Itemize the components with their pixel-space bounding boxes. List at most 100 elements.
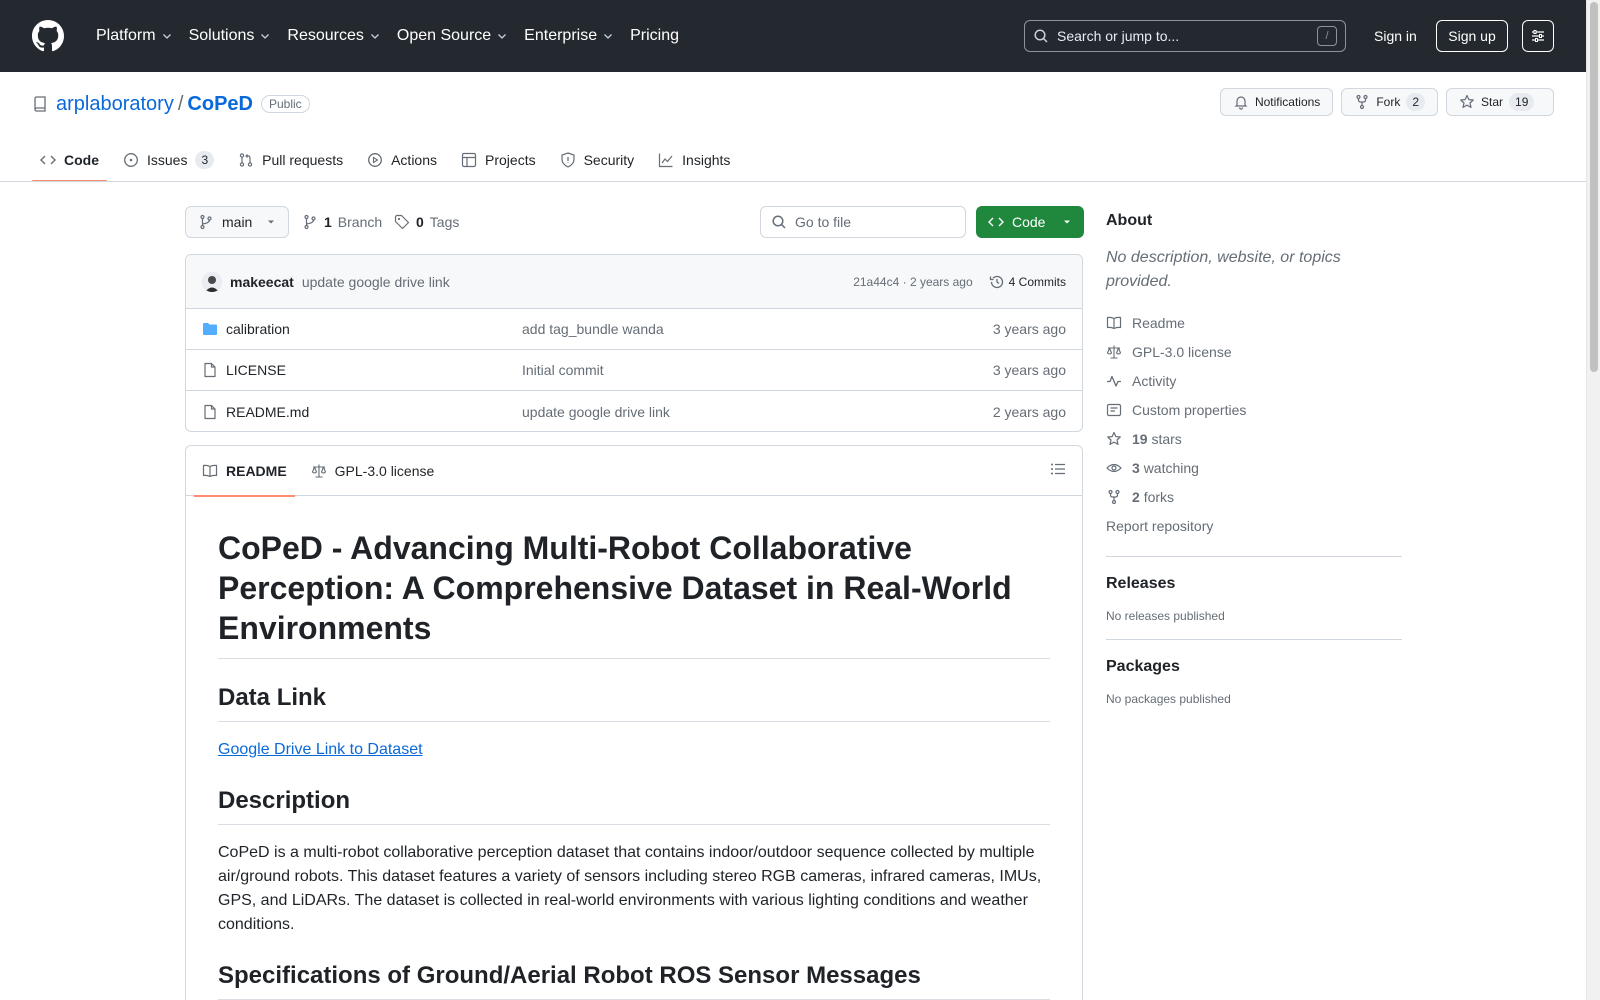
- dataset-link[interactable]: Google Drive Link to Dataset: [218, 741, 423, 758]
- tab-pull-requests[interactable]: Pull requests: [230, 140, 351, 180]
- repo-tabs: Code Issues 3 Pull requests Actions Proj…: [32, 140, 738, 182]
- tab-security-label: Security: [583, 152, 635, 168]
- branch-icon: [304, 214, 316, 230]
- nav-enterprise[interactable]: Enterprise: [516, 16, 622, 56]
- tab-insights[interactable]: Insights: [650, 140, 738, 180]
- repo-name-link[interactable]: CoPeD: [187, 93, 253, 116]
- watching-count: 3: [1132, 459, 1140, 476]
- tab-actions-label: Actions: [391, 152, 438, 168]
- tag-count: 0: [416, 214, 424, 230]
- branch-count-link[interactable]: 1 Branch: [302, 206, 382, 238]
- top-nav: Platform Solutions Resources Open Source…: [88, 16, 687, 56]
- go-to-file-input[interactable]: Go to file: [760, 206, 966, 238]
- tab-code[interactable]: Code: [32, 140, 107, 182]
- avatar[interactable]: [202, 271, 222, 292]
- repo-icon: [34, 96, 46, 112]
- repo-sidebar: About No description, website, or topics…: [1106, 206, 1402, 706]
- issues-count: 3: [195, 151, 215, 169]
- sliders-icon: [1532, 30, 1544, 42]
- nav-pricing[interactable]: Pricing: [622, 16, 687, 56]
- search-icon: [1034, 29, 1048, 43]
- branch-selector[interactable]: main: [185, 206, 289, 238]
- nav-open-source[interactable]: Open Source: [389, 16, 516, 56]
- table-row: calibration add tag_bundle wanda 3 years…: [186, 309, 1082, 350]
- code-dropdown-button[interactable]: Code: [976, 206, 1084, 238]
- commit-author-link[interactable]: makeecat: [230, 274, 294, 290]
- tab-projects[interactable]: Projects: [453, 140, 544, 180]
- readme-tabs: README GPL-3.0 license: [186, 446, 1082, 497]
- header-menu-button[interactable]: [1522, 20, 1554, 52]
- book-icon: [202, 464, 218, 477]
- file-link[interactable]: README.md: [226, 404, 309, 420]
- sidebar-item-forks[interactable]: 2 forks: [1106, 482, 1402, 511]
- search-shortcut-key: /: [1317, 26, 1337, 46]
- file-link[interactable]: LICENSE: [226, 362, 286, 378]
- star-button[interactable]: Star 19: [1446, 88, 1554, 116]
- page-scrollbar[interactable]: [1586, 0, 1600, 1000]
- tab-readme[interactable]: README: [194, 446, 295, 497]
- tag-count-label: Tags: [429, 214, 460, 230]
- tab-license[interactable]: GPL-3.0 license: [303, 446, 443, 496]
- fork-label: Fork: [1376, 95, 1401, 109]
- nav-solutions-label: Solutions: [188, 27, 255, 44]
- sign-in-link[interactable]: Sign in: [1366, 20, 1425, 52]
- tabs-divider: [0, 181, 1586, 182]
- graph-icon: [659, 153, 673, 168]
- nav-platform[interactable]: Platform: [88, 16, 181, 56]
- readme-heading-data-link: Data Link: [218, 683, 1050, 722]
- tab-issues-label: Issues: [147, 152, 188, 168]
- file-name-cell: LICENSE: [202, 362, 522, 378]
- sidebar-item-watching[interactable]: 3 watching: [1106, 453, 1402, 482]
- sidebar-item-stars[interactable]: 19 stars: [1106, 424, 1402, 453]
- notifications-button[interactable]: Notifications: [1219, 88, 1334, 116]
- releases-heading[interactable]: Releases: [1106, 575, 1402, 593]
- sign-up-button[interactable]: Sign up: [1436, 20, 1508, 52]
- law-icon: [311, 464, 326, 478]
- report-repository-link[interactable]: Report repository: [1106, 511, 1402, 540]
- forks-count: 2: [1132, 488, 1140, 505]
- commit-hash-age: 21a44c4 · 2 years ago: [853, 275, 972, 289]
- file-icon: [204, 404, 216, 419]
- nav-solutions[interactable]: Solutions: [181, 16, 280, 56]
- nav-resources[interactable]: Resources: [279, 16, 388, 56]
- global-search-input[interactable]: Search or jump to... /: [1024, 20, 1346, 52]
- file-link[interactable]: calibration: [226, 321, 290, 337]
- branch-icon: [200, 214, 212, 230]
- sidebar-item-custom-properties[interactable]: Custom properties: [1106, 395, 1402, 424]
- sidebar-divider: [1106, 556, 1402, 557]
- file-commit-link[interactable]: update google drive link: [522, 404, 993, 420]
- repo-title: arplaboratory / CoPeD Public: [32, 88, 310, 120]
- list-unordered-icon: [1051, 463, 1065, 475]
- table-row: README.md update google drive link 2 yea…: [186, 391, 1082, 431]
- nav-enterprise-label: Enterprise: [524, 27, 598, 44]
- tab-issues[interactable]: Issues 3: [115, 140, 222, 180]
- code-icon: [40, 155, 56, 165]
- tab-actions[interactable]: Actions: [359, 140, 445, 180]
- tag-icon: [394, 214, 410, 230]
- tags-link[interactable]: 0 Tags: [394, 206, 459, 238]
- table-of-contents-button[interactable]: [1050, 461, 1066, 477]
- commit-message-link[interactable]: update google drive link: [302, 274, 450, 290]
- sidebar-item-license[interactable]: GPL-3.0 license: [1106, 337, 1402, 366]
- commits-history-link[interactable]: 4 Commits: [989, 274, 1066, 290]
- fork-count: 2: [1406, 93, 1425, 111]
- tab-pull-requests-label: Pull requests: [262, 152, 344, 168]
- sidebar-item-readme[interactable]: Readme: [1106, 308, 1402, 337]
- sidebar-item-activity[interactable]: Activity: [1106, 366, 1402, 395]
- github-logo-icon[interactable]: [32, 20, 64, 52]
- pulse-icon: [1107, 375, 1121, 387]
- repo-owner-link[interactable]: arplaboratory: [56, 93, 174, 116]
- fork-button[interactable]: Fork 2: [1341, 88, 1438, 116]
- shield-icon: [560, 152, 575, 168]
- file-commit-link[interactable]: Initial commit: [522, 362, 993, 378]
- readme-title: CoPeD - Advancing Multi-Robot Collaborat…: [218, 528, 1050, 659]
- packages-heading[interactable]: Packages: [1106, 658, 1402, 676]
- nav-pricing-label: Pricing: [630, 27, 679, 44]
- commit-hash[interactable]: 21a44c4: [853, 275, 899, 289]
- file-browser: makeecat update google drive link 21a44c…: [185, 254, 1083, 432]
- file-commit-link[interactable]: add tag_bundle wanda: [522, 321, 993, 337]
- tab-security[interactable]: Security: [552, 140, 643, 180]
- scrollbar-thumb[interactable]: [1590, 2, 1598, 372]
- tab-insights-label: Insights: [682, 152, 731, 168]
- readme-content: CoPeD - Advancing Multi-Robot Collaborat…: [186, 496, 1082, 1000]
